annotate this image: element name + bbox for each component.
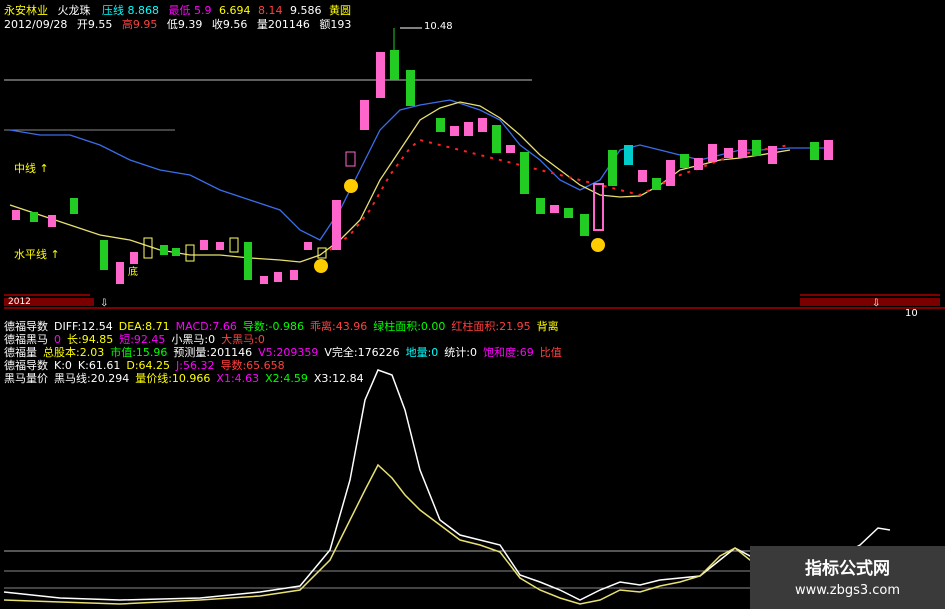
indicator-value: 德福导数 [4, 320, 48, 333]
indicator-value: 德福黑马 [4, 333, 48, 346]
indicator-value: 地量:0 [405, 346, 439, 359]
red-support-line [329, 138, 791, 251]
indicator-value: K:61.61 [77, 359, 121, 372]
header-row-2: 2012/09/28 开9.55 高9.95 低9.39 收9.56 量2011… [4, 16, 351, 32]
indicator-value: 黑马线:20.294 [54, 372, 130, 385]
indicator-value: 德福量 [4, 346, 37, 359]
indicator-row: 黑马量价 黑马线:20.294 量价线:10.966 X1:4.63 X2:4.59 X3… [4, 372, 370, 386]
indicator-value: 德福导数 [4, 359, 48, 372]
indicator-value: 总股本:2.03 [43, 346, 105, 359]
indicator-value: 导数:-0.986 [242, 320, 305, 333]
open-label: 开9.55 [76, 18, 113, 31]
mid-line-label: 中线 ↑ [14, 162, 49, 175]
date-label: 2012/09/28 [4, 18, 68, 31]
amount-label: 额193 [319, 18, 352, 31]
volume-label: 量201146 [256, 18, 310, 31]
indicator-value: V5:209359 [258, 346, 319, 359]
watermark-title: 指标公式网 [805, 559, 890, 579]
indicator-value: 量价线:10.966 [135, 372, 211, 385]
indicator-value: 背离 [536, 320, 559, 333]
low-label: 低9.39 [166, 18, 203, 31]
indicator-value: K:0 [54, 359, 72, 372]
indicator-value: DEA:8.71 [118, 320, 170, 333]
candlesticks [12, 28, 833, 284]
indicator-row: 德福导数 K:0 K:61.61 D:64.25 J:56.32 导数:65.658 [4, 359, 291, 373]
year-label: 2012 [8, 297, 31, 307]
indicator-value: V完全:176226 [324, 346, 400, 359]
indicator-value: 比值 [539, 346, 562, 359]
down-marker-icon-right: ⇩ [872, 298, 880, 309]
indicator-value: 饱和度:69 [483, 346, 534, 359]
up-arrow-icon: ↑ [39, 162, 49, 175]
up-arrow-icon: ↑ [50, 248, 60, 261]
indicator-value: X2:4.59 [265, 372, 308, 385]
indicator-value: X1:4.63 [216, 372, 260, 385]
indicator-value: 大黑马:0 [221, 333, 265, 346]
indicator-value: J:56.32 [176, 359, 215, 372]
indicator-value: 红柱面积:21.95 [451, 320, 531, 333]
indicator-value: 小黑马:0 [171, 333, 216, 346]
indicator-value: 长:94.85 [67, 333, 114, 346]
high-label: 高9.95 [121, 18, 158, 31]
indicator-row: 德福量 总股本:2.03 市值:15.96 预测量:201146 V5:209359 V完… [4, 346, 568, 360]
chart-canvas: ⇩ ⇩ [3, 27, 945, 605]
indicator-value: DIFF:12.54 [54, 320, 113, 333]
indicator-row: 德福黑马 0 长:94.85 短:92.45 小黑马:0 大黑马:0 [4, 333, 271, 347]
indicator-value: X3:12.84 [313, 372, 364, 385]
indicator-value: 导数:65.658 [220, 359, 285, 372]
indicator-value: 0 [54, 333, 61, 346]
bottom-label: 底 [128, 267, 138, 278]
level-line-label: 水平线 ↑ [14, 248, 60, 261]
close-label: 收9.56 [211, 18, 248, 31]
watermark-box: 指标公式网 www.zbgs3.com [750, 546, 945, 609]
indicator-value: 短:92.45 [119, 333, 166, 346]
peak-price-label: 10.48 [424, 21, 453, 32]
indicator-value: D:64.25 [126, 359, 171, 372]
year-bar-right [800, 298, 940, 306]
indicator-value: 市值:15.96 [110, 346, 168, 359]
indicator-value: 统计:0 [444, 346, 478, 359]
watermark-url: www.zbgs3.com [794, 583, 901, 598]
indicator-value: MACD:7.66 [175, 320, 237, 333]
right-axis-label: 10 [905, 308, 918, 319]
down-marker-icon: ⇩ [100, 298, 108, 309]
indicator-value: 黑马量价 [4, 372, 48, 385]
indicator-value: 乖离:43.96 [310, 320, 368, 333]
indicator-value: 绿柱面积:0.00 [373, 320, 446, 333]
indicator-row: 德福导数 DIFF:12.54 DEA:8.71 MACD:7.66 导数:-0.986… [4, 320, 565, 334]
indicator-value: 预测量:201146 [173, 346, 253, 359]
